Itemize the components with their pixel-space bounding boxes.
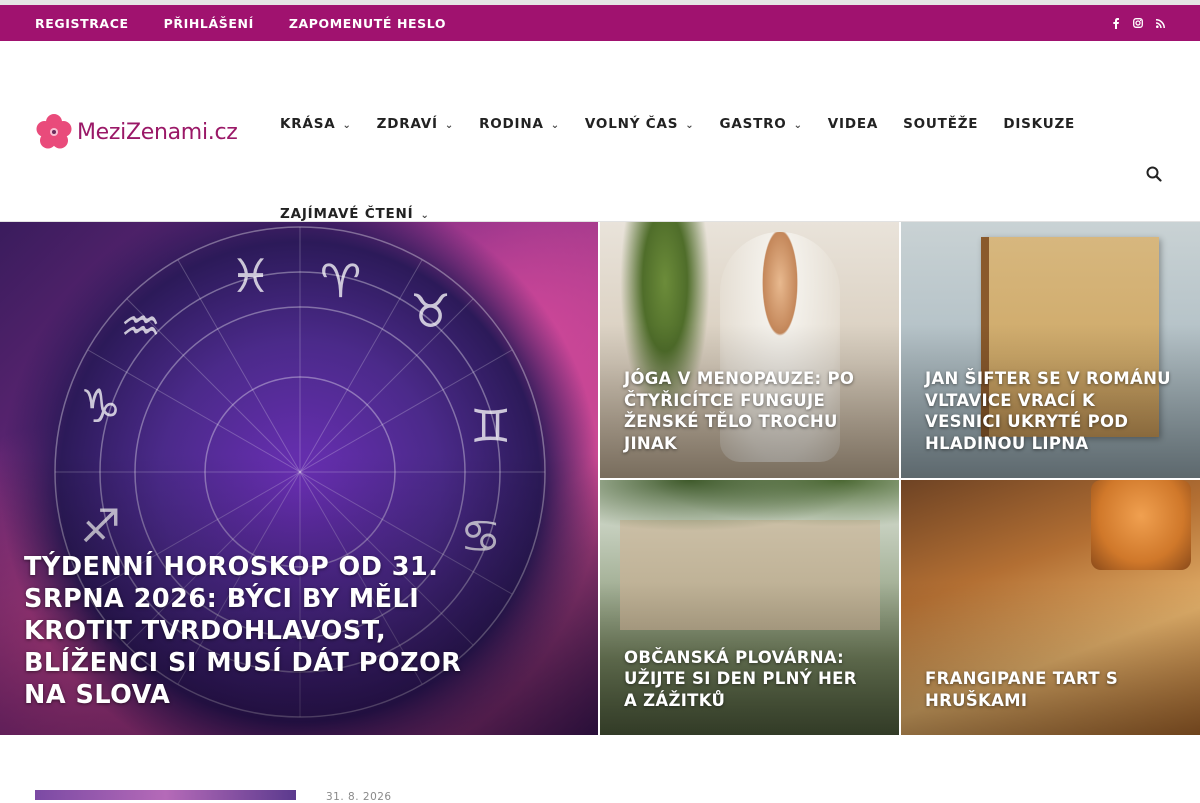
- chevron-down-icon: ⌄: [444, 119, 455, 131]
- logo-text-suffix: .cz: [207, 119, 238, 145]
- nav-item-souteze[interactable]: SOUTĚŽE: [903, 116, 978, 132]
- flower-logo-icon: [36, 114, 72, 149]
- hero-main-title[interactable]: TÝDENNÍ HOROSKOP OD 31. SRPNA 2026: BÝCI…: [24, 551, 468, 711]
- nav-item-zajimave-cteni[interactable]: ZAJÍMAVÉ ČTENÍ ⌄: [280, 206, 430, 222]
- card-shade: [901, 582, 1200, 735]
- teaser-date: 31. 8. 2026: [326, 791, 392, 803]
- nav-item-videa[interactable]: VIDEA: [828, 116, 878, 132]
- site-header: MeziZenami.cz KRÁSA ⌄ ZDRAVÍ ⌄ RODINA ⌄ VOL…: [0, 41, 1200, 222]
- hero-card-2[interactable]: JAN ŠIFTER SE V ROMÁNU VLTAVICE VRACÍ K …: [901, 222, 1200, 478]
- nav-label: VOLNÝ ČAS: [584, 116, 679, 132]
- chevron-down-icon: ⌄: [793, 119, 803, 131]
- account-links: REGISTRACE PŘIHLÁŠENÍ ZAPOMENUTÉ HESLO: [35, 16, 446, 31]
- nav-label: ZAJÍMAVÉ ČTENÍ: [280, 206, 414, 222]
- nav-item-gastro[interactable]: GASTRO ⌄: [719, 116, 802, 132]
- hero-card-3[interactable]: OBČANSKÁ PLOVÁRNA: UŽIJTE SI DEN PLNÝ HE…: [600, 480, 899, 735]
- nav-row-1: KRÁSA ⌄ ZDRAVÍ ⌄ RODINA ⌄ VOLNÝ ČAS ⌄ GASTRO…: [280, 116, 1100, 132]
- facebook-icon[interactable]: [1111, 17, 1121, 29]
- social-links: [1111, 17, 1165, 29]
- hero-card-title[interactable]: JÓGA V MENOPAUZE: PO ČTYŘICÍTCE FUNGUJE …: [624, 368, 875, 454]
- nav-label: VIDEA: [827, 116, 879, 132]
- logo-text: MeziZenami.cz: [77, 120, 238, 145]
- hero-card-1[interactable]: JÓGA V MENOPAUZE: PO ČTYŘICÍTCE FUNGUJE …: [600, 222, 899, 478]
- chevron-down-icon: ⌄: [342, 119, 352, 131]
- instagram-icon[interactable]: [1133, 17, 1143, 29]
- hero-main-card[interactable]: ♓ ♈ ♉ ♊ ♋ ♑ ♒ ♐ TÝDENNÍ HOROSKOP OD 31. …: [0, 222, 598, 735]
- register-link[interactable]: REGISTRACE: [35, 16, 129, 31]
- tree-decoration: [600, 480, 899, 540]
- hero-card-title[interactable]: JAN ŠIFTER SE V ROMÁNU VLTAVICE VRACÍ K …: [925, 368, 1176, 454]
- chevron-down-icon: ⌄: [685, 119, 695, 131]
- login-link[interactable]: PŘIHLÁŠENÍ: [164, 16, 254, 31]
- hero-card-title[interactable]: FRANGIPANE TART S HRUŠKAMI: [925, 668, 1176, 711]
- forgot-password-link[interactable]: ZAPOMENUTÉ HESLO: [289, 16, 446, 31]
- jar-decoration: [1091, 480, 1191, 570]
- nav-item-diskuze[interactable]: DISKUZE: [1003, 116, 1075, 132]
- nav-label: SOUTĚŽE: [903, 116, 979, 132]
- logo-text-main: MeziZenami: [77, 119, 208, 145]
- nav-item-volny-cas[interactable]: VOLNÝ ČAS ⌄: [585, 116, 695, 132]
- top-bar: REGISTRACE PŘIHLÁŠENÍ ZAPOMENUTÉ HESLO: [0, 5, 1200, 41]
- search-button[interactable]: [1146, 166, 1164, 184]
- rss-icon[interactable]: [1155, 17, 1165, 29]
- nav-label: KRÁSA: [280, 116, 336, 132]
- nav-label: RODINA: [479, 116, 544, 132]
- hero-grid: ♓ ♈ ♉ ♊ ♋ ♑ ♒ ♐ TÝDENNÍ HOROSKOP OD 31. …: [0, 222, 1200, 735]
- nav-label: GASTRO: [719, 116, 787, 132]
- chevron-down-icon: ⌄: [550, 119, 560, 131]
- nav-label: DISKUZE: [1003, 116, 1076, 132]
- hero-card-4[interactable]: FRANGIPANE TART S HRUŠKAMI: [901, 480, 1200, 735]
- nav-row-2: ZAJÍMAVÉ ČTENÍ ⌄: [280, 206, 455, 222]
- teaser-thumbnail[interactable]: [35, 790, 296, 800]
- site-logo[interactable]: MeziZenami.cz: [35, 113, 238, 151]
- nav-item-krasa[interactable]: KRÁSA ⌄: [280, 116, 352, 132]
- nav-label: ZDRAVÍ: [376, 116, 438, 132]
- chevron-down-icon: ⌄: [420, 209, 430, 221]
- nav-item-zdravi[interactable]: ZDRAVÍ ⌄: [377, 116, 454, 132]
- hero-card-title[interactable]: OBČANSKÁ PLOVÁRNA: UŽIJTE SI DEN PLNÝ HE…: [624, 647, 875, 712]
- nav-item-rodina[interactable]: RODINA ⌄: [479, 116, 560, 132]
- search-icon: [1146, 166, 1162, 182]
